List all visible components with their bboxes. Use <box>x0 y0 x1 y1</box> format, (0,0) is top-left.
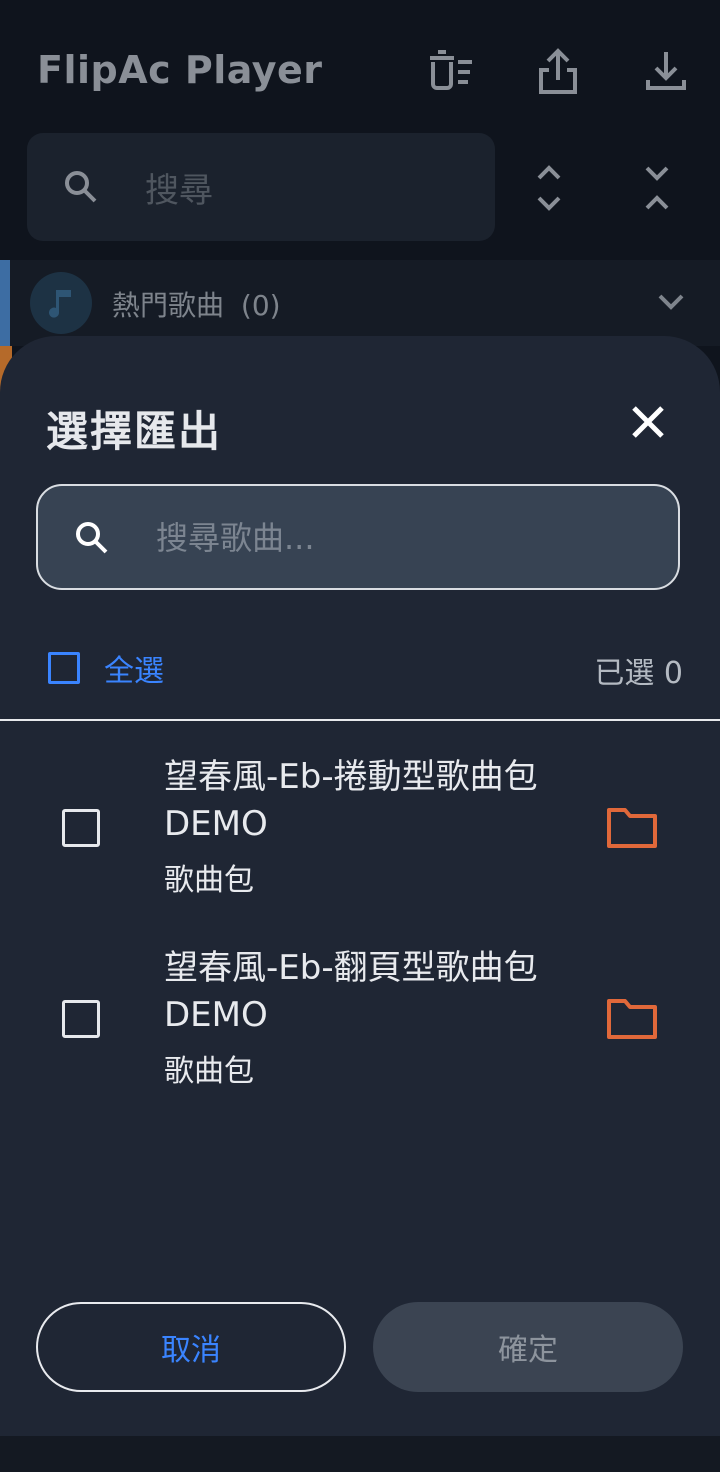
item-title: 望春風-Eb-捲動型歌曲包 <box>164 757 538 797</box>
share-icon[interactable] <box>532 46 584 98</box>
export-dialog: 選擇匯出 全選 已選 0 望春風-Eb-捲動型歌曲包 DEMO 歌曲包 <box>0 336 720 1436</box>
select-all-toggle[interactable]: 全選 <box>48 646 164 690</box>
list-item[interactable]: 望春風-Eb-翻頁型歌曲包 DEMO 歌曲包 <box>0 940 720 1110</box>
confirm-button[interactable]: 確定 <box>373 1302 683 1392</box>
folder-icon[interactable] <box>606 805 658 849</box>
background-search-bar[interactable]: 搜尋 <box>27 133 495 241</box>
screen: FlipAc Player 搜尋 熱門歌曲 (0) 選擇匯出 搜尋歌曲... 全… <box>0 0 720 1472</box>
select-all-checkbox[interactable] <box>48 652 80 684</box>
download-icon[interactable] <box>640 46 692 98</box>
selected-count: 已選 0 <box>594 656 683 691</box>
search-icon <box>72 518 112 558</box>
item-checkbox[interactable] <box>62 809 100 847</box>
item-subtitle: DEMO <box>164 804 268 844</box>
item-title: 望春風-Eb-翻頁型歌曲包 <box>164 948 538 988</box>
divider <box>0 719 720 721</box>
list-item[interactable]: 望春風-Eb-捲動型歌曲包 DEMO 歌曲包 <box>0 749 720 919</box>
search-icon <box>61 167 101 207</box>
select-all-label: 全選 <box>104 654 164 689</box>
app-title: FlipAc Player <box>37 48 323 92</box>
song-search-input[interactable] <box>154 510 658 566</box>
dialog-title: 選擇匯出 <box>46 407 223 456</box>
song-search-field[interactable] <box>36 484 680 590</box>
folder-icon[interactable] <box>606 996 658 1040</box>
background-search-placeholder: 搜尋 <box>145 171 213 211</box>
item-type: 歌曲包 <box>164 1054 254 1089</box>
category-label: 熱門歌曲 (0) <box>112 289 281 322</box>
navigation-bar <box>0 1436 720 1472</box>
close-icon <box>632 406 664 438</box>
category-row-stripe <box>0 260 10 346</box>
close-button[interactable] <box>624 398 672 446</box>
chevron-down-icon[interactable] <box>656 290 686 314</box>
cancel-button[interactable]: 取消 <box>36 1302 346 1392</box>
item-subtitle: DEMO <box>164 995 268 1035</box>
app-header: FlipAc Player 搜尋 <box>0 0 720 260</box>
category-avatar <box>30 272 92 334</box>
expand-icon[interactable] <box>521 160 577 216</box>
collapse-icon[interactable] <box>629 160 685 216</box>
delete-list-icon[interactable] <box>424 46 476 98</box>
item-type: 歌曲包 <box>164 863 254 898</box>
music-note-icon <box>49 290 71 318</box>
item-checkbox[interactable] <box>62 1000 100 1038</box>
category-row[interactable]: 熱門歌曲 (0) <box>0 260 720 346</box>
